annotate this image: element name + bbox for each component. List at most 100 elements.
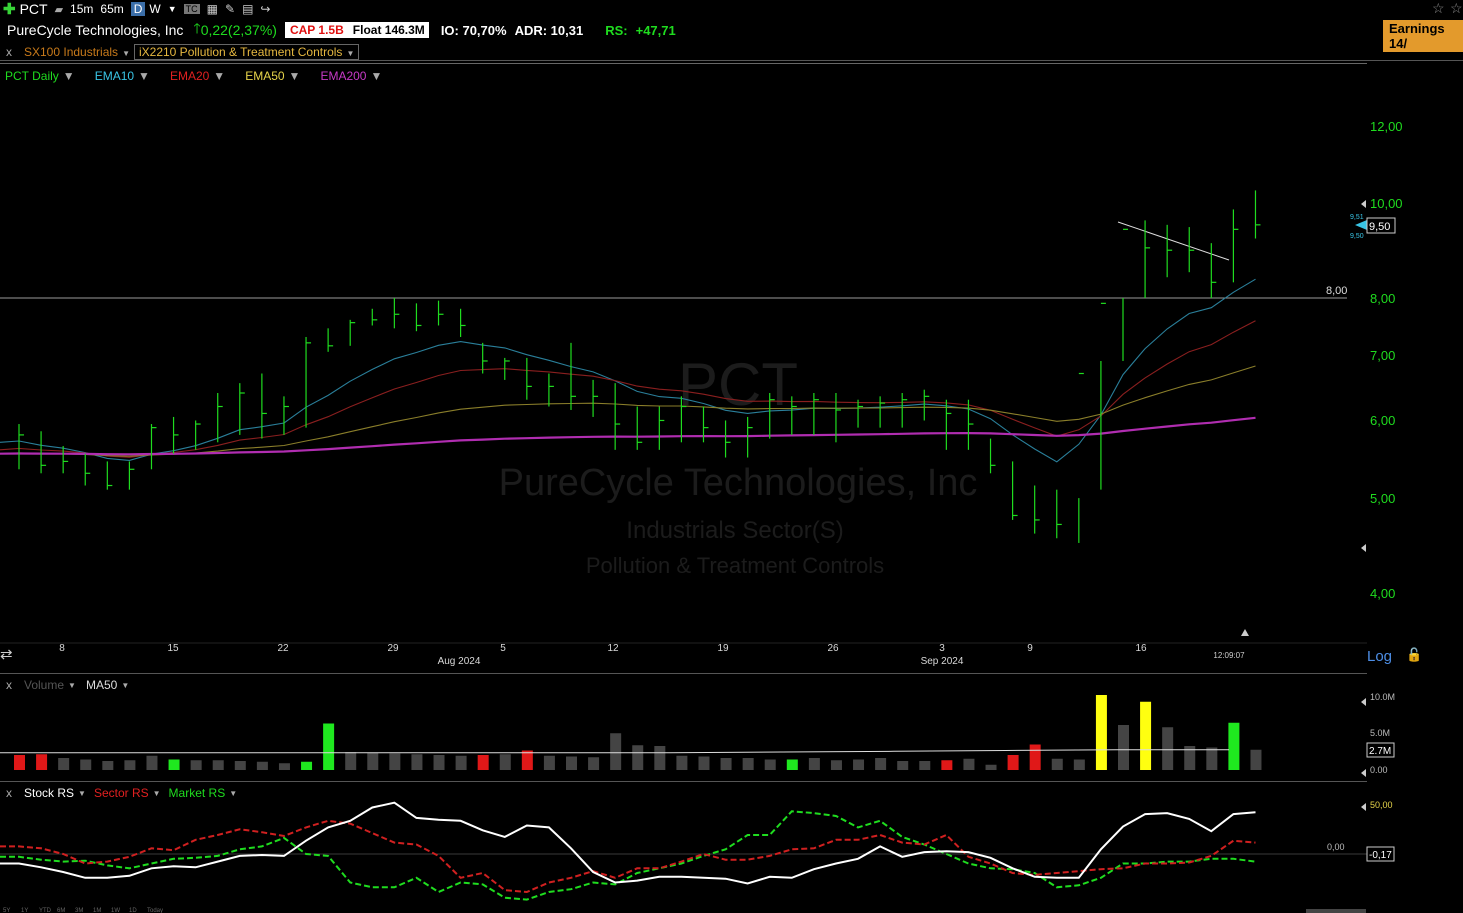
log-toggle[interactable]: Log bbox=[1367, 648, 1392, 665]
price-bar bbox=[62, 446, 69, 474]
watermark-name: PureCycle Technologies, Inc bbox=[499, 462, 978, 504]
price-bar bbox=[460, 308, 466, 337]
price-bar bbox=[592, 379, 599, 417]
price-bar bbox=[967, 399, 974, 450]
share-icon[interactable]: ↪ bbox=[260, 2, 270, 16]
up-arrow-icon[interactable] bbox=[1241, 629, 1249, 636]
volume-bar bbox=[1206, 747, 1218, 770]
price-bar bbox=[1100, 302, 1106, 490]
volume-bar bbox=[654, 746, 666, 770]
volume-bar bbox=[14, 755, 25, 770]
price-bar bbox=[437, 300, 444, 326]
price-chart[interactable]: PCT PureCycle Technologies, Inc Industri… bbox=[0, 60, 1463, 672]
expand-icon[interactable]: ⇄ bbox=[0, 646, 13, 663]
price-axis[interactable]: 12,00 10,00 8,00 7,00 6,00 5,00 4,00 9,5… bbox=[1350, 119, 1403, 601]
range-selector[interactable]: 5Y 1Y YTD 6M 3M 1M 1W 1D Today bbox=[3, 908, 163, 913]
chevron-down-icon[interactable]: ▼ bbox=[168, 4, 177, 14]
price-bar bbox=[1122, 228, 1128, 361]
price-bar bbox=[1254, 190, 1261, 239]
price-tick: 4,00 bbox=[1370, 586, 1395, 601]
industry-selector[interactable]: iX2210 Pollution & Treatment Controls ▼ bbox=[133, 43, 360, 60]
date-tick: 19 bbox=[717, 643, 729, 654]
range-option[interactable]: YTD bbox=[39, 908, 52, 913]
price-bar bbox=[658, 406, 665, 450]
date-tick: 5 bbox=[500, 643, 506, 654]
volume-tick: 10.0M bbox=[1370, 692, 1395, 702]
rs-label: RS: bbox=[605, 22, 628, 38]
price-bar bbox=[1166, 224, 1173, 278]
range-option[interactable]: 1Y bbox=[21, 908, 28, 913]
date-tick: 15 bbox=[167, 643, 179, 654]
rs-value: -0,17 bbox=[1369, 850, 1392, 861]
trendline[interactable] bbox=[1117, 221, 1230, 261]
watermark-symbol: PCT bbox=[678, 351, 798, 418]
market-rs-line bbox=[0, 810, 1256, 901]
volume-bar bbox=[632, 745, 644, 770]
symbol-label[interactable]: PCT bbox=[20, 1, 48, 17]
shoe-icon[interactable]: ▰ bbox=[55, 3, 63, 16]
price-bar bbox=[1011, 461, 1018, 520]
range-option[interactable]: Today bbox=[147, 908, 163, 913]
price-bar bbox=[415, 303, 422, 332]
price-bar bbox=[84, 453, 91, 486]
price-tick: 10,00 bbox=[1370, 196, 1403, 211]
left-arrow-icon bbox=[1361, 200, 1366, 208]
price-bar bbox=[813, 393, 819, 435]
timeframe-weekly[interactable]: W bbox=[149, 2, 160, 16]
price-bar bbox=[327, 328, 334, 352]
star-icon[interactable]: ☆ bbox=[1432, 0, 1445, 17]
volume-bar bbox=[698, 756, 710, 770]
price-bar bbox=[923, 389, 930, 421]
lock-icon[interactable]: 🔓 bbox=[1406, 647, 1422, 662]
range-option[interactable]: 5Y bbox=[3, 908, 10, 913]
range-option[interactable]: 3M bbox=[75, 908, 83, 913]
io-value: IO: 70,70% bbox=[440, 22, 507, 38]
price-change: 0,22(2,37%) bbox=[200, 22, 277, 38]
volume-chart[interactable]: 10.0M 5.0M 0.00 2.7M bbox=[0, 674, 1463, 780]
price-bar bbox=[371, 308, 378, 326]
volume-bar bbox=[1073, 759, 1085, 770]
price-bar bbox=[1188, 227, 1195, 273]
volume-bar bbox=[1118, 725, 1129, 770]
range-option[interactable]: 1W bbox=[111, 908, 120, 913]
tc-icon[interactable]: TC bbox=[183, 4, 200, 14]
price-bar bbox=[150, 424, 157, 470]
close-icon[interactable]: x bbox=[6, 45, 12, 59]
timeframe-65m[interactable]: 65m bbox=[100, 2, 123, 16]
left-arrow-icon bbox=[1361, 698, 1366, 706]
range-option[interactable]: 1M bbox=[93, 908, 101, 913]
top-toolbar: ✚ PCT ▰ 15m 65m D W ▼ TC ▦ ✎ ▤ ↪ ☆ ☆ bbox=[0, 0, 1463, 18]
price-bar bbox=[1210, 243, 1217, 298]
price-bar bbox=[989, 438, 996, 474]
star-outline-icon[interactable]: ☆ bbox=[1450, 0, 1463, 17]
price-bar bbox=[901, 393, 908, 428]
calendar-icon[interactable]: ▦ bbox=[207, 2, 218, 16]
month-tick: Sep 2024 bbox=[921, 656, 964, 667]
month-tick: Aug 2024 bbox=[438, 656, 481, 667]
volume-bar bbox=[897, 761, 909, 770]
range-option[interactable]: 6M bbox=[57, 908, 65, 913]
index-selector[interactable]: SX100 Industrials ▼ bbox=[24, 45, 130, 59]
price-bar bbox=[879, 396, 886, 428]
add-icon[interactable]: ✚ bbox=[3, 0, 16, 18]
volume-bar bbox=[610, 733, 622, 770]
volume-tick: 0.00 bbox=[1370, 765, 1388, 775]
watermark-industry: Pollution & Treatment Controls bbox=[586, 553, 884, 578]
range-option[interactable]: 1D bbox=[129, 908, 137, 913]
volume-bar bbox=[1007, 755, 1019, 770]
scrollbar[interactable] bbox=[1306, 909, 1366, 913]
date-tick: 16 bbox=[1135, 643, 1147, 654]
date-axis[interactable]: 8 15 22 29 5 12 19 26 3 9 16 Aug 2024 Se… bbox=[0, 629, 1422, 667]
price-bar bbox=[349, 319, 356, 346]
volume-bar bbox=[256, 761, 268, 770]
timeframe-15m[interactable]: 15m bbox=[70, 2, 93, 16]
cards-icon[interactable]: ▤ bbox=[242, 2, 253, 16]
volume-bar bbox=[1051, 758, 1063, 770]
volume-bar bbox=[278, 763, 290, 770]
ema-line-ema50 bbox=[0, 365, 1256, 457]
pencil-icon[interactable]: ✎ bbox=[225, 2, 235, 16]
volume-bar bbox=[80, 759, 92, 770]
rs-tick: 50,00 bbox=[1370, 800, 1393, 810]
timeframe-daily[interactable]: D bbox=[130, 2, 146, 16]
rs-chart[interactable]: 50,00 0,00 -0,17 5Y 1Y YTD 6M 3M 1M 1W 1D Today bbox=[0, 782, 1463, 913]
